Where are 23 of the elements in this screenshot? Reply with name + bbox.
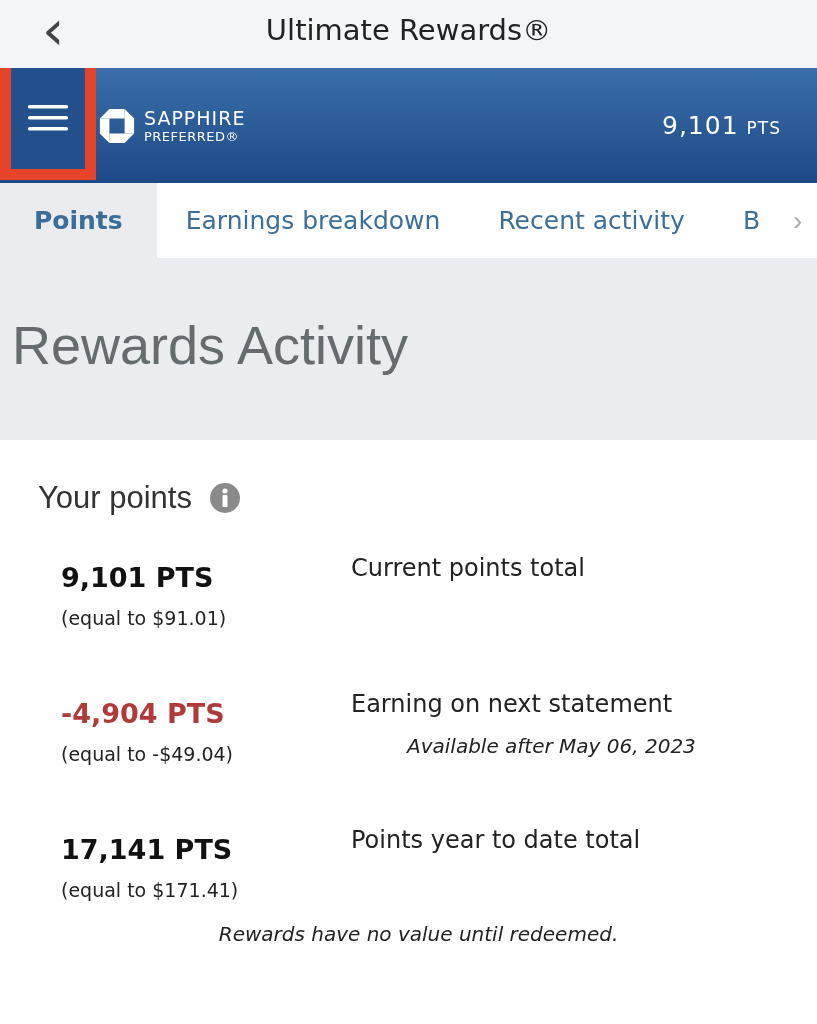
availability-note: Available after May 06, 2023 bbox=[407, 734, 696, 758]
points-unit: PTS bbox=[746, 118, 781, 138]
points-amount: 17,141 PTS bbox=[61, 834, 234, 865]
screen-title: Ultimate Rewards® bbox=[265, 13, 552, 47]
brand-subtitle: PREFERRED® bbox=[144, 129, 241, 144]
back-button[interactable]: ‹ bbox=[38, 0, 69, 60]
disclaimer: Rewards have no value until redeemed. bbox=[217, 922, 620, 946]
points-amount: 9,101 PTS bbox=[61, 562, 215, 593]
dollar-equivalent: (equal to $171.41) bbox=[61, 879, 240, 901]
points-label: Points year to date total bbox=[351, 826, 641, 854]
brand-name: SAPPHIRE bbox=[144, 107, 246, 129]
dollar-equivalent: (equal to $91.01) bbox=[61, 607, 228, 629]
menu-icon bbox=[28, 103, 68, 132]
info-icon[interactable] bbox=[210, 483, 240, 513]
dollar-equivalent: (equal to -$49.04) bbox=[61, 743, 235, 765]
points-label: Current points total bbox=[351, 554, 585, 582]
page-heading: Rewards Activity bbox=[12, 314, 409, 376]
octagon-logo-icon bbox=[98, 106, 136, 145]
tab[interactable]: Points bbox=[0, 183, 157, 258]
points-amount: -4,904 PTS bbox=[61, 698, 226, 729]
points-balance: 9,101 bbox=[662, 111, 739, 140]
points-label: Earning on next statement bbox=[351, 690, 674, 718]
section-title: Your points bbox=[38, 480, 192, 516]
